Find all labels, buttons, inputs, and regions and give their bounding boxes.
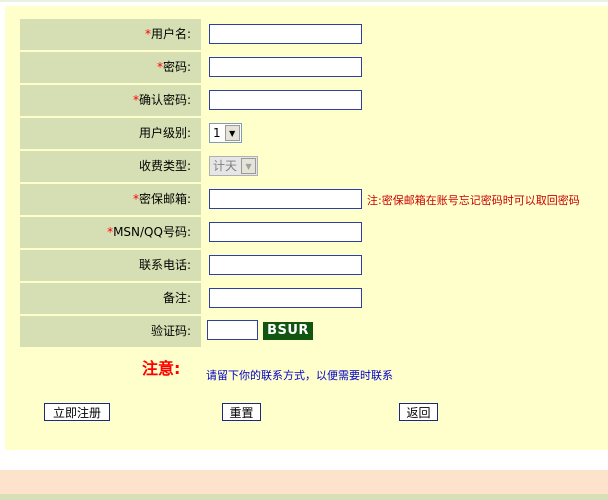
- row-user-level: 用户级别: 1 ▼: [20, 118, 608, 149]
- confirm-password-label: *确认密码:: [20, 85, 201, 116]
- label-text: 确认密码:: [138, 93, 191, 107]
- label-text: 验证码:: [150, 324, 191, 338]
- phone-label: 联系电话:: [20, 250, 201, 281]
- captcha-image[interactable]: BSUR: [263, 322, 313, 340]
- fee-type-cell: 计天 ▼: [201, 151, 608, 182]
- row-password: *密码:: [20, 52, 608, 83]
- row-fee-type: 收费类型: 计天 ▼: [20, 151, 608, 182]
- captcha-cell: BSUR: [201, 316, 608, 347]
- phone-cell: [201, 250, 608, 281]
- user-level-select[interactable]: 1 ▼: [209, 123, 242, 143]
- label-text: 联系电话:: [138, 258, 191, 272]
- msn-qq-label: *MSN/QQ号码:: [20, 217, 201, 248]
- captcha-input[interactable]: [207, 320, 258, 340]
- fee-type-select: 计天 ▼: [209, 156, 259, 176]
- security-email-note: 注:密保邮箱在账号忘记密码时可以取回密码: [367, 194, 580, 207]
- remark-input[interactable]: [209, 288, 362, 308]
- label-text: 密保邮箱:: [138, 192, 191, 206]
- user-level-value: 1: [213, 126, 221, 140]
- label-text: 密码:: [162, 60, 191, 74]
- row-confirm-password: *确认密码:: [20, 85, 608, 116]
- label-text: MSN/QQ号码:: [113, 225, 191, 239]
- reset-button[interactable]: 重置: [222, 403, 261, 421]
- row-phone: 联系电话:: [20, 250, 608, 281]
- row-captcha: 验证码: BSUR: [20, 316, 608, 347]
- attention-title: 注意:: [142, 359, 181, 378]
- security-email-cell: 注:密保邮箱在账号忘记密码时可以取回密码: [201, 184, 608, 215]
- password-cell: [201, 52, 608, 83]
- security-email-label: *密保邮箱:: [20, 184, 201, 215]
- remark-cell: [201, 283, 608, 314]
- msn-qq-cell: [201, 217, 608, 248]
- row-remark: 备注:: [20, 283, 608, 314]
- remark-label: 备注:: [20, 283, 201, 314]
- register-button[interactable]: 立即注册: [44, 403, 110, 421]
- top-divider: [0, 0, 608, 2]
- footer-strip: [0, 494, 608, 500]
- footer-bar: [0, 470, 608, 494]
- captcha-label: 验证码:: [20, 316, 201, 347]
- phone-input[interactable]: [209, 255, 362, 275]
- fee-type-value: 计天: [213, 159, 238, 173]
- back-button[interactable]: 返回: [399, 403, 438, 421]
- chevron-down-icon[interactable]: ▼: [224, 125, 240, 141]
- password-label: *密码:: [20, 52, 201, 83]
- label-text: 用户级别:: [138, 126, 191, 140]
- confirm-password-input[interactable]: [209, 90, 362, 110]
- row-username: *用户名:: [20, 19, 608, 50]
- confirm-password-cell: [201, 85, 608, 116]
- label-text: 用户名:: [150, 27, 191, 41]
- label-text: 收费类型:: [138, 159, 191, 173]
- username-cell: [201, 19, 608, 50]
- page: *用户名: *密码: *确认密码: 用户级别: 1 ▼ 收费类型: 计天 ▼ *…: [0, 0, 608, 500]
- chevron-down-icon: ▼: [241, 158, 257, 174]
- label-text: 备注:: [162, 291, 191, 305]
- attention-text: 请留下你的联系方式，以便需要时联系: [206, 369, 393, 382]
- fee-type-label: 收费类型:: [20, 151, 201, 182]
- username-label: *用户名:: [20, 19, 201, 50]
- row-security-email: *密保邮箱: 注:密保邮箱在账号忘记密码时可以取回密码: [20, 184, 608, 215]
- password-input[interactable]: [209, 57, 362, 77]
- security-email-input[interactable]: [209, 189, 362, 209]
- row-msn-qq: *MSN/QQ号码:: [20, 217, 608, 248]
- user-level-cell: 1 ▼: [201, 118, 608, 149]
- msn-qq-input[interactable]: [209, 222, 362, 242]
- username-input[interactable]: [209, 24, 362, 44]
- user-level-label: 用户级别:: [20, 118, 201, 149]
